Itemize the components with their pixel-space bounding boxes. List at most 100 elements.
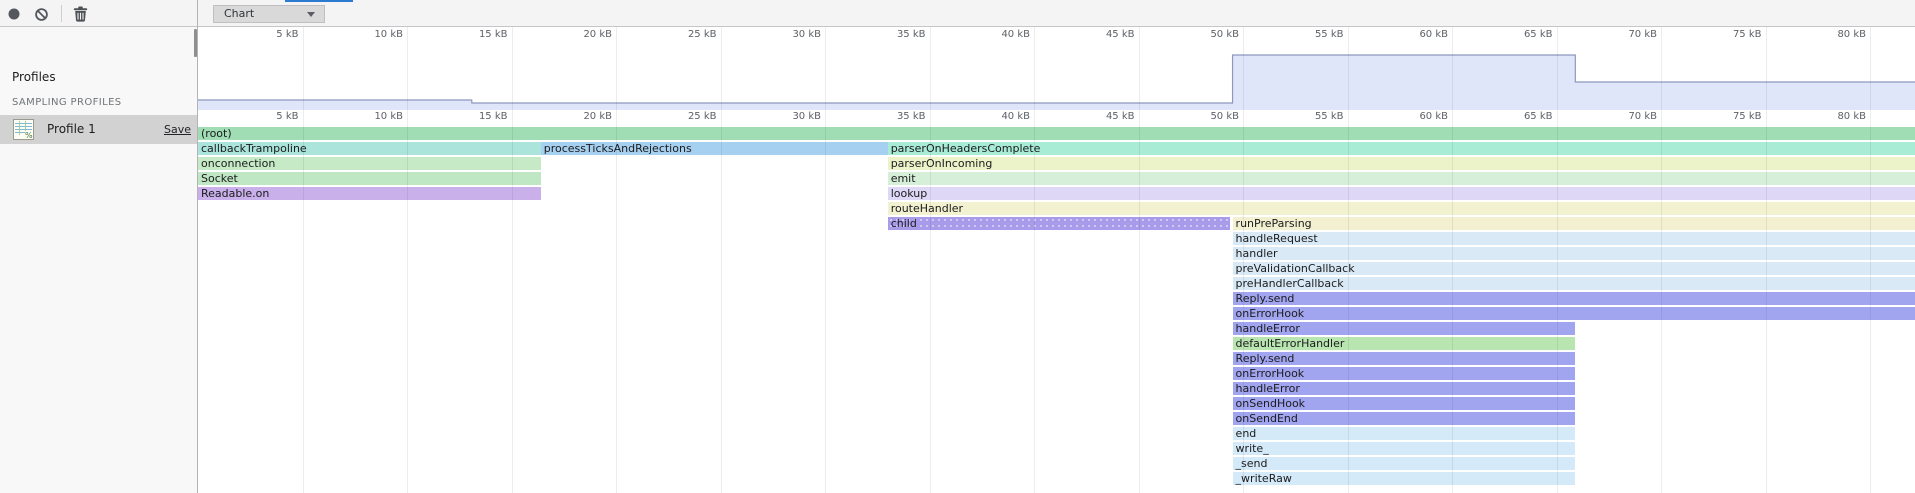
overview-tick-label: 10 kB (353, 29, 403, 41)
record-button[interactable] (8, 8, 20, 20)
gridline (1139, 27, 1140, 493)
flame-tick-label: 20 kB (562, 111, 612, 123)
flame-bar-label: lookup (888, 187, 1915, 200)
gridline (1452, 27, 1453, 493)
flame-bar-processTicksAndRejections[interactable]: processTicksAndRejections (541, 142, 888, 155)
flame-bar-Readable.on[interactable]: Readable.on (198, 187, 541, 200)
overview-tick-label: 45 kB (1085, 29, 1135, 41)
block-icon (35, 9, 48, 24)
scrollbar-thumb[interactable] (194, 29, 197, 57)
flame-tick-label: 30 kB (771, 111, 821, 123)
overview-tick-label: 5 kB (249, 29, 299, 41)
flame-tick-label: 10 kB (353, 111, 403, 123)
flame-bar-label: handleError (1233, 322, 1576, 335)
pane-divider[interactable] (197, 0, 198, 493)
flame-bar-write_[interactable]: write_ (1233, 442, 1576, 455)
flame-bar-preHandlerCallback[interactable]: preHandlerCallback (1233, 277, 1915, 290)
flame-bar-label: end (1233, 427, 1576, 440)
flame-tick-label: 50 kB (1189, 111, 1239, 123)
flame-tick-label: 45 kB (1085, 111, 1135, 123)
flame-bar-onErrorHook[interactable]: onErrorHook (1233, 307, 1915, 320)
flame-bar-label: callbackTrampoline (198, 142, 541, 155)
flame-bar-onSendEnd[interactable]: onSendEnd (1233, 412, 1576, 425)
overview-tick-label: 70 kB (1607, 29, 1657, 41)
flame-bar-label: Reply.send (1233, 292, 1915, 305)
overview-tick-label: 60 kB (1398, 29, 1448, 41)
flame-bar-parserOnHeadersComplete[interactable]: parserOnHeadersComplete (888, 142, 1915, 155)
svg-text:%: % (25, 131, 33, 140)
flame-bar-routeHandler[interactable]: routeHandler (888, 202, 1915, 215)
flame-bar-label: emit (888, 172, 1915, 185)
flame-bar-Reply.send[interactable]: Reply.send (1233, 292, 1915, 305)
profile-document-icon: % (13, 119, 34, 140)
flame-bar-label: handleError (1233, 382, 1576, 395)
overview-tick-label: 30 kB (771, 29, 821, 41)
flame-bar-onSendHook[interactable]: onSendHook (1233, 397, 1576, 410)
overview-tick-label: 75 kB (1712, 29, 1762, 41)
overview-tick-label: 20 kB (562, 29, 612, 41)
flame-bar-preValidationCallback[interactable]: preValidationCallback (1233, 262, 1915, 275)
flame-tick-label: 60 kB (1398, 111, 1448, 123)
toolbar-separator (61, 5, 62, 22)
memory-overview-chart[interactable] (197, 27, 1915, 110)
gridline (1243, 27, 1244, 493)
flame-bar-label: onSendEnd (1233, 412, 1576, 425)
active-tab-indicator (285, 0, 353, 2)
flame-bar-runPreParsing[interactable]: runPreParsing (1233, 217, 1915, 230)
gridline (1870, 27, 1871, 493)
overview-tick-label: 50 kB (1189, 29, 1239, 41)
overview-tick-label: 15 kB (458, 29, 508, 41)
flame-bar-child[interactable]: child (888, 217, 1231, 230)
flame-bar-callbackTrampoline[interactable]: callbackTrampoline (198, 142, 541, 155)
flame-bar-label: handler (1233, 247, 1915, 260)
flame-bar-(root)[interactable]: (root) (198, 127, 1915, 140)
flame-tick-label: 5 kB (249, 111, 299, 123)
flame-tick-label: 25 kB (667, 111, 717, 123)
flame-tick-label: 35 kB (876, 111, 926, 123)
delete-profile-button[interactable] (73, 6, 88, 22)
save-profile-link[interactable]: Save (164, 115, 191, 144)
flame-bar-onErrorHook[interactable]: onErrorHook (1233, 367, 1576, 380)
flame-bar-handler[interactable]: handler (1233, 247, 1915, 260)
profiler-window: Chart Profiles SAMPLING PROFILES % Profi… (0, 0, 1915, 493)
flame-bar-handleError[interactable]: handleError (1233, 382, 1576, 395)
gridline (1557, 27, 1558, 493)
flame-bar-_send[interactable]: _send (1233, 457, 1576, 470)
flame-bar-label: defaultErrorHandler (1233, 337, 1576, 350)
flame-bar-label: runPreParsing (1233, 217, 1915, 230)
flame-bar-label: onconnection (198, 157, 541, 170)
flame-bar-Reply.send[interactable]: Reply.send (1233, 352, 1576, 365)
gridline (616, 27, 617, 493)
flame-bar-lookup[interactable]: lookup (888, 187, 1915, 200)
flame-bar-label: onErrorHook (1233, 367, 1576, 380)
flame-bar-label: preValidationCallback (1233, 262, 1915, 275)
gridline (721, 27, 722, 493)
profile-name: Profile 1 (47, 115, 96, 144)
flame-bar-emit[interactable]: emit (888, 172, 1915, 185)
flame-tick-label: 55 kB (1294, 111, 1344, 123)
flame-bar-label: onSendHook (1233, 397, 1576, 410)
flame-bar-label: Readable.on (198, 187, 541, 200)
flame-bar-label: parserOnIncoming (888, 157, 1915, 170)
flame-bar-label: Reply.send (1233, 352, 1576, 365)
gridline (825, 27, 826, 493)
flame-bar-label: _writeRaw (1233, 472, 1576, 485)
view-mode-select[interactable]: Chart (213, 5, 325, 23)
flame-bar-parserOnIncoming[interactable]: parserOnIncoming (888, 157, 1915, 170)
profile-list-item[interactable]: % Profile 1 Save (0, 115, 197, 144)
flame-bar-handleError[interactable]: handleError (1233, 322, 1576, 335)
flame-bar-label: _send (1233, 457, 1576, 470)
flame-tick-label: 65 kB (1503, 111, 1553, 123)
flame-bar-handleRequest[interactable]: handleRequest (1233, 232, 1915, 245)
gridline (1766, 27, 1767, 493)
overview-tick-label: 80 kB (1816, 29, 1866, 41)
flame-bar-defaultErrorHandler[interactable]: defaultErrorHandler (1233, 337, 1576, 350)
flame-bar-label: parserOnHeadersComplete (888, 142, 1915, 155)
flame-bar-label: child (888, 217, 1231, 230)
flame-bar-end[interactable]: end (1233, 427, 1576, 440)
flame-bar-_writeRaw[interactable]: _writeRaw (1233, 472, 1576, 485)
clear-button[interactable] (35, 8, 48, 21)
flame-tick-label: 75 kB (1712, 111, 1762, 123)
flame-bar-Socket[interactable]: Socket (198, 172, 541, 185)
flame-bar-onconnection[interactable]: onconnection (198, 157, 541, 170)
